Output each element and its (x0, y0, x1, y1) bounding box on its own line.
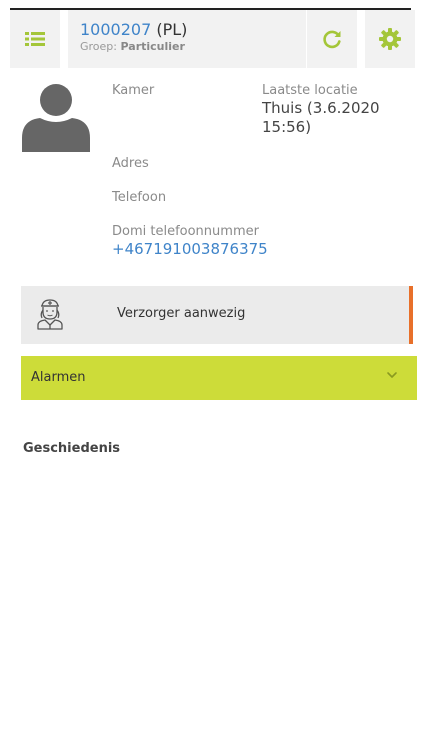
user-avatar-icon (22, 84, 90, 152)
address-label: Adres (112, 156, 149, 171)
domi-phone-value[interactable]: +467191003876375 (112, 240, 268, 259)
group-label: Groep: (80, 40, 121, 53)
settings-button[interactable] (365, 10, 415, 68)
menu-button[interactable] (10, 10, 60, 68)
caregiver-icon (37, 299, 63, 330)
list-icon (25, 32, 45, 46)
client-id[interactable]: 1000207 (80, 20, 151, 39)
group-value: Particulier (120, 40, 185, 53)
alarms-accordion[interactable]: Alarmen (21, 356, 417, 400)
refresh-icon (323, 30, 341, 49)
phone-field: Telefoon (112, 189, 166, 206)
caregiver-status-bar[interactable]: Verzorger aanwezig (21, 286, 413, 344)
caregiver-label: Verzorger aanwezig (117, 306, 246, 321)
chevron-down-icon[interactable] (385, 368, 399, 382)
domi-phone-label: Domi telefoonnummer (112, 224, 259, 239)
gear-icon (379, 28, 401, 50)
address-field: Adres (112, 155, 149, 172)
client-title-line: 1000207 (PL) (80, 20, 306, 40)
domi-phone-field: Domi telefoonnummer +467191003876375 (112, 223, 268, 259)
app-header: 1000207 (PL) Groep: Particulier (10, 10, 415, 68)
phone-label: Telefoon (112, 190, 167, 205)
refresh-button[interactable] (307, 10, 357, 68)
room-field: Kamer (112, 82, 154, 99)
room-label: Kamer (112, 83, 155, 98)
last-location-label: Laatste locatie (262, 83, 358, 98)
client-title: 1000207 (PL) Groep: Particulier (68, 10, 306, 68)
last-location-value-line2: 15:56) (262, 118, 312, 136)
history-heading: Geschiedenis (23, 441, 121, 456)
client-suffix: (PL) (151, 20, 188, 39)
last-location-field: Laatste locatie Thuis (3.6.2020 15:56) (262, 82, 380, 137)
last-location-value-line1: Thuis (3.6.2020 (262, 99, 380, 117)
alarms-label: Alarmen (31, 370, 86, 385)
client-group: Groep: Particulier (80, 40, 306, 54)
